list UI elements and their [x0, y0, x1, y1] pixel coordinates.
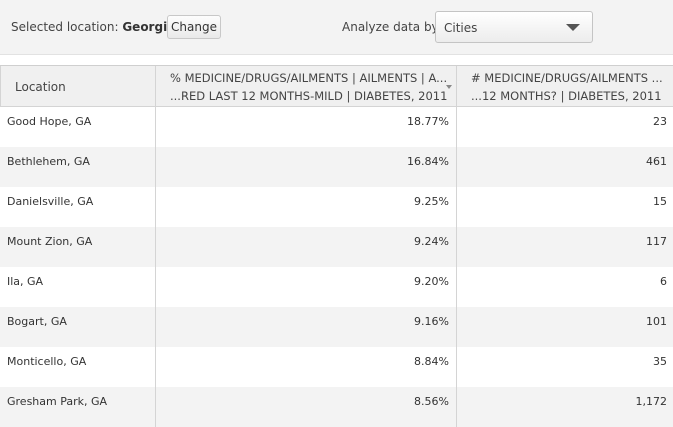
- cell-percent: 9.16%: [155, 307, 456, 347]
- column-header-line1: % MEDICINE/DRUGS/AILMENTS | AILMENTS | A…: [170, 71, 448, 85]
- cell-count: 15: [456, 187, 667, 227]
- table-row[interactable]: Ila, GA 9.20% 6: [0, 267, 673, 307]
- location-toolbar: Selected location: Georgia Change Analyz…: [0, 0, 673, 55]
- table-row[interactable]: Mount Zion, GA 9.24% 117: [0, 227, 673, 267]
- cell-count: 117: [456, 227, 667, 267]
- column-header-label: Location: [15, 80, 66, 94]
- selected-location-label: Selected location:: [11, 20, 119, 34]
- table-header: Location % MEDICINE/DRUGS/AILMENTS | AIL…: [0, 66, 673, 107]
- cell-percent: 9.25%: [155, 187, 456, 227]
- cell-percent: 9.24%: [155, 227, 456, 267]
- cell-count: 6: [456, 267, 667, 307]
- table-body: Good Hope, GA 18.77% 23 Bethlehem, GA 16…: [0, 107, 673, 427]
- cell-location: Bethlehem, GA: [7, 155, 90, 168]
- cell-count: 1,172: [456, 387, 667, 427]
- table-row[interactable]: Bethlehem, GA 16.84% 461: [0, 147, 673, 187]
- column-header-line2: ...12 MONTHS? | DIABETES, 2011: [471, 89, 662, 103]
- chevron-down-icon: [566, 24, 580, 31]
- table-row[interactable]: Gresham Park, GA 8.56% 1,172: [0, 387, 673, 427]
- table-row[interactable]: Bogart, GA 9.16% 101: [0, 307, 673, 347]
- cell-location: Mount Zion, GA: [7, 235, 93, 248]
- cell-percent: 16.84%: [155, 147, 456, 187]
- cell-count: 35: [456, 347, 667, 387]
- cell-percent: 8.56%: [155, 387, 456, 427]
- table-row[interactable]: Good Hope, GA 18.77% 23: [0, 107, 673, 147]
- selected-location-text: Selected location: Georgia: [11, 20, 175, 34]
- cell-location: Good Hope, GA: [7, 115, 92, 128]
- analyze-by-value: Cities: [444, 21, 478, 35]
- change-location-button[interactable]: Change: [167, 15, 221, 39]
- cell-location: Gresham Park, GA: [7, 395, 108, 408]
- analyze-by-select[interactable]: Cities: [435, 11, 593, 43]
- cell-location: Monticello, GA: [7, 355, 87, 368]
- data-table: Location % MEDICINE/DRUGS/AILMENTS | AIL…: [0, 65, 673, 427]
- cell-percent: 8.84%: [155, 347, 456, 387]
- cell-count: 101: [456, 307, 667, 347]
- cell-percent: 18.77%: [155, 107, 456, 147]
- cell-location: Ila, GA: [7, 275, 44, 288]
- column-header-line1: # MEDICINE/DRUGS/AILMENTS ...: [471, 71, 663, 85]
- analyze-by-label: Analyze data by:: [342, 20, 442, 34]
- column-header-location[interactable]: Location: [0, 66, 155, 107]
- sort-descending-icon: [446, 85, 452, 89]
- column-header-diabetes-count[interactable]: # MEDICINE/DRUGS/AILMENTS ... ...12 MONT…: [456, 66, 673, 107]
- cell-location: Bogart, GA: [7, 315, 67, 328]
- cell-count: 461: [456, 147, 667, 187]
- column-header-line2: ...RED LAST 12 MONTHS-MILD | DIABETES, 2…: [170, 89, 448, 103]
- cell-percent: 9.20%: [155, 267, 456, 307]
- cell-count: 23: [456, 107, 667, 147]
- table-row[interactable]: Monticello, GA 8.84% 35: [0, 347, 673, 387]
- table-row[interactable]: Danielsville, GA 9.25% 15: [0, 187, 673, 227]
- column-header-diabetes-percent[interactable]: % MEDICINE/DRUGS/AILMENTS | AILMENTS | A…: [155, 66, 456, 107]
- cell-location: Danielsville, GA: [7, 195, 94, 208]
